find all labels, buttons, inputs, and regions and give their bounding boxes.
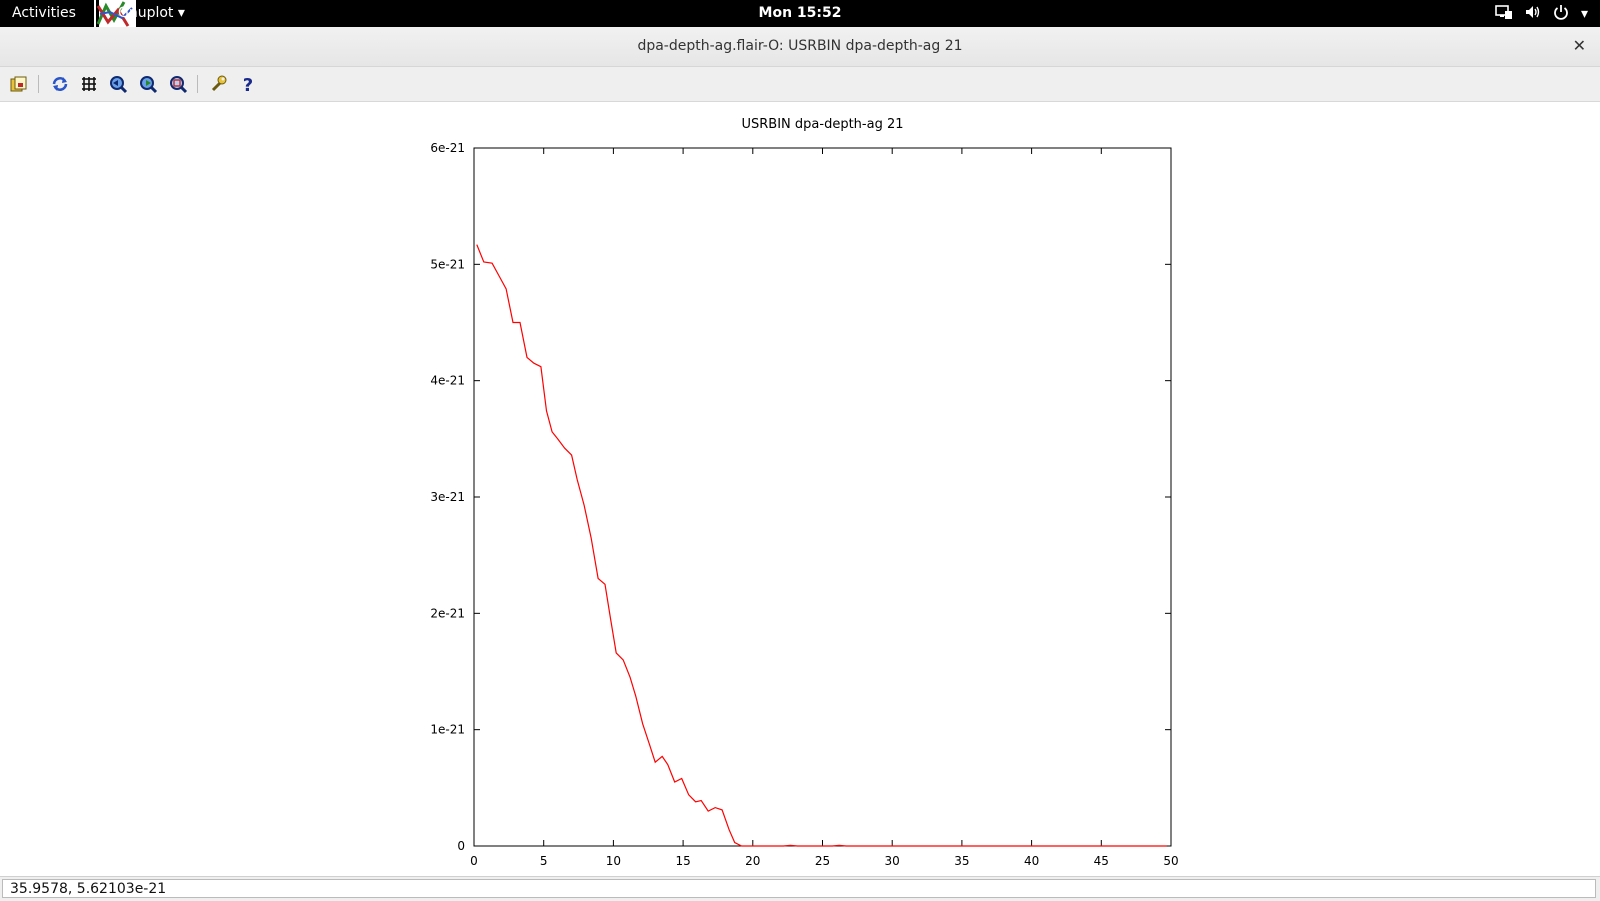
autoscale-icon[interactable] [168, 74, 188, 94]
replot-icon[interactable] [50, 74, 70, 94]
zoom-previous-icon[interactable] [108, 74, 128, 94]
gnuplot-toolbar: ? [0, 67, 1600, 102]
x-tick-label: 50 [1163, 854, 1178, 868]
plot-frame [473, 147, 1172, 847]
wrench-icon[interactable] [208, 74, 228, 94]
y-tick-label: 5e-21 [430, 257, 465, 271]
y-tick-label: 0 [457, 839, 465, 853]
x-tick-label: 10 [606, 854, 621, 868]
system-tray: ▾ [1495, 4, 1588, 24]
grid-icon[interactable] [79, 74, 99, 94]
volume-icon[interactable] [1525, 4, 1541, 24]
activities-button[interactable]: Activities [12, 5, 76, 21]
toolbar-separator [38, 75, 39, 93]
network-icon[interactable] [1495, 4, 1513, 24]
data-series-line [476, 244, 1167, 847]
y-tick-label: 4e-21 [430, 374, 465, 388]
x-tick-label: 35 [954, 854, 969, 868]
system-menu-arrow[interactable]: ▾ [1581, 6, 1588, 22]
x-tick-label: 5 [540, 854, 548, 868]
copy-to-clipboard-icon[interactable] [9, 74, 29, 94]
svg-text:?: ? [243, 75, 253, 94]
clock[interactable]: Mon 15:52 [759, 5, 842, 21]
system-top-bar: Activities Gnuplot ▾ Mon 15:52 ▾ [0, 0, 1600, 27]
zoom-next-icon[interactable] [138, 74, 158, 94]
x-tick-label: 0 [470, 854, 478, 868]
chart-title: USRBIN dpa-depth-ag 21 [742, 117, 904, 132]
x-tick-label: 30 [885, 854, 900, 868]
x-tick-label: 20 [745, 854, 760, 868]
status-bar: 35.9578, 5.62103e-21 [0, 876, 1600, 901]
plot-canvas[interactable]: USRBIN dpa-depth-ag 21 0 5 10 15 20 25 30 35 40 45… [0, 102, 1600, 876]
toolbar-separator [197, 75, 198, 93]
y-tick-label: 1e-21 [430, 723, 465, 737]
window-titlebar[interactable]: dpa-depth-ag.flair-O: USRBIN dpa-depth-a… [0, 27, 1600, 67]
close-button[interactable]: ✕ [1573, 36, 1586, 55]
mouse-coordinates-readout: 35.9578, 5.62103e-21 [2, 879, 1596, 898]
y-tick-label: 6e-21 [430, 141, 465, 155]
x-tick-label: 40 [1024, 854, 1039, 868]
x-tick-label: 45 [1094, 854, 1109, 868]
power-icon[interactable] [1553, 4, 1569, 24]
x-tick-label: 15 [675, 854, 690, 868]
app-menu[interactable]: Gnuplot ▾ [118, 5, 185, 21]
y-tick-label: 3e-21 [430, 490, 465, 504]
help-icon[interactable]: ? [238, 74, 258, 96]
window-title: dpa-depth-ag.flair-O: USRBIN dpa-depth-a… [637, 38, 963, 54]
x-tick-label: 25 [815, 854, 830, 868]
y-tick-label: 2e-21 [430, 606, 465, 620]
